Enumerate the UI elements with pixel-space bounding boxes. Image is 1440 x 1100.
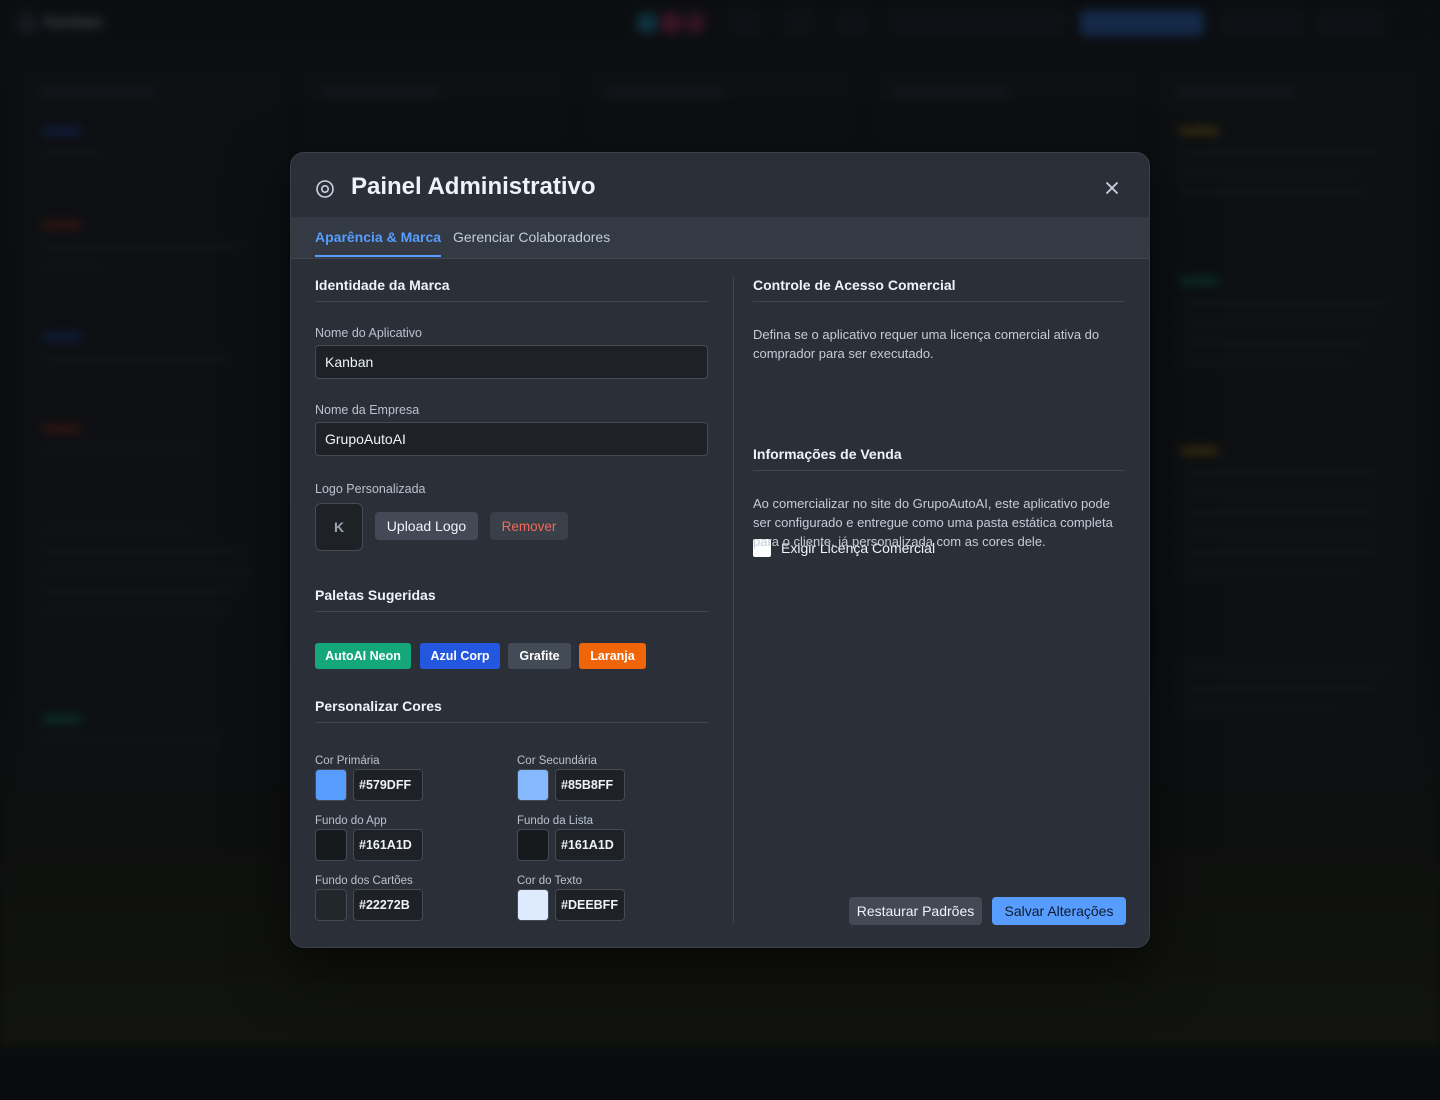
logo-label: Logo Personalizada [315, 482, 426, 496]
commercial-access-description: Defina se o aplicativo requer uma licenç… [753, 327, 1100, 361]
card-background-color-swatch[interactable] [315, 889, 347, 921]
secondary-color-label: Cor Secundária [517, 755, 597, 767]
company-name-input[interactable] [315, 422, 708, 456]
secondary-color-hex-input[interactable]: #85B8FF [555, 769, 625, 801]
column-divider [733, 277, 734, 923]
app-background-color-hex-input[interactable]: #161A1D [353, 829, 423, 861]
app-name-label: Nome do Aplicativo [315, 326, 423, 340]
card-background-color-label: Fundo dos Cartões [315, 875, 413, 887]
palette-grafite-button[interactable]: Grafite [508, 643, 571, 669]
customize-colors-heading: Personalizar Cores [315, 698, 709, 723]
app-name-input[interactable] [315, 345, 708, 379]
admin-panel-modal: Painel Administrativo Aparência & Marca … [290, 152, 1150, 948]
palette-laranja-button[interactable]: Laranja [579, 643, 646, 669]
primary-color-swatch[interactable] [315, 769, 347, 801]
tab-appearance-brand[interactable]: Aparência & Marca [315, 229, 442, 257]
logo-preview: K [315, 503, 363, 551]
text-color-hex-input[interactable]: #DEEBFF [555, 889, 625, 921]
brand-identity-heading: Identidade da Marca [315, 277, 709, 302]
sales-info-description: Ao comercializar no site do GrupoAutoAI,… [753, 496, 1113, 549]
modal-title: Painel Administrativo [351, 173, 596, 200]
palette-autoai-neon-button[interactable]: AutoAI Neon [315, 643, 411, 669]
tab-manage-collaborators[interactable]: Gerenciar Colaboradores [453, 229, 610, 255]
save-changes-button[interactable]: Salvar Alterações [992, 897, 1126, 925]
modal-header: Painel Administrativo [291, 153, 1149, 217]
list-background-color-hex-input[interactable]: #161A1D [555, 829, 625, 861]
palette-azul-corp-button[interactable]: Azul Corp [420, 643, 500, 669]
text-color-label: Cor do Texto [517, 875, 582, 887]
target-icon [315, 179, 335, 199]
close-icon[interactable] [1103, 179, 1121, 197]
primary-color-hex-input[interactable]: #579DFF [353, 769, 423, 801]
text-color-swatch[interactable] [517, 889, 549, 921]
sales-info-heading: Informações de Venda [753, 446, 1125, 471]
secondary-color-swatch[interactable] [517, 769, 549, 801]
commercial-access-heading: Controle de Acesso Comercial [753, 277, 1125, 302]
upload-logo-button[interactable]: Upload Logo [375, 512, 478, 540]
list-background-color-swatch[interactable] [517, 829, 549, 861]
card-background-color-hex-input[interactable]: #22272B [353, 889, 423, 921]
company-name-label: Nome da Empresa [315, 403, 420, 417]
restore-defaults-button[interactable]: Restaurar Padrões [849, 897, 982, 925]
app-background-color-swatch[interactable] [315, 829, 347, 861]
list-background-color-label: Fundo da Lista [517, 815, 594, 827]
primary-color-label: Cor Primária [315, 755, 380, 767]
tab-bar: Aparência & Marca Gerenciar Colaboradore… [291, 217, 1149, 259]
remove-logo-button[interactable]: Remover [490, 512, 568, 540]
app-background-color-label: Fundo do App [315, 815, 387, 827]
suggested-palettes-heading: Paletas Sugeridas [315, 587, 709, 612]
